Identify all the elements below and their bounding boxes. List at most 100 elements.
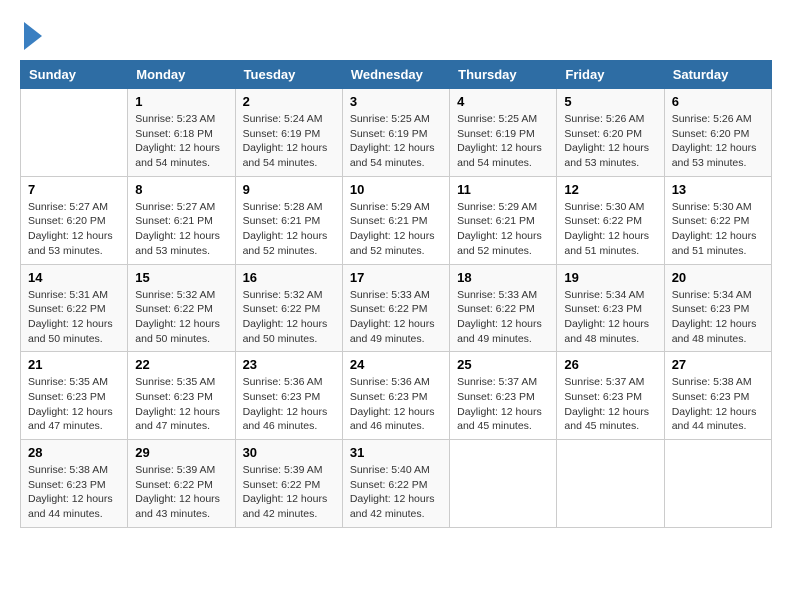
- sunrise-text: Sunrise: 5:37 AM: [564, 376, 644, 388]
- daylight-text: Daylight: 12 hours and 51 minutes.: [672, 230, 757, 257]
- daylight-text: Daylight: 12 hours and 53 minutes.: [135, 230, 220, 257]
- sunrise-text: Sunrise: 5:25 AM: [457, 113, 537, 125]
- sunrise-text: Sunrise: 5:31 AM: [28, 289, 108, 301]
- sunset-text: Sunset: 6:23 PM: [457, 391, 535, 403]
- daylight-text: Daylight: 12 hours and 44 minutes.: [28, 493, 113, 520]
- day-number: 24: [350, 357, 442, 372]
- col-header-saturday: Saturday: [664, 61, 771, 89]
- day-info: Sunrise: 5:37 AM Sunset: 6:23 PM Dayligh…: [457, 375, 549, 434]
- day-number: 28: [28, 445, 120, 460]
- day-info: Sunrise: 5:32 AM Sunset: 6:22 PM Dayligh…: [135, 288, 227, 347]
- sunrise-text: Sunrise: 5:27 AM: [28, 201, 108, 213]
- sunset-text: Sunset: 6:22 PM: [243, 303, 321, 315]
- day-info: Sunrise: 5:33 AM Sunset: 6:22 PM Dayligh…: [457, 288, 549, 347]
- day-number: 5: [564, 94, 656, 109]
- sunset-text: Sunset: 6:19 PM: [457, 128, 535, 140]
- calendar-cell: 14 Sunrise: 5:31 AM Sunset: 6:22 PM Dayl…: [21, 264, 128, 352]
- day-info: Sunrise: 5:23 AM Sunset: 6:18 PM Dayligh…: [135, 112, 227, 171]
- calendar-header-row: SundayMondayTuesdayWednesdayThursdayFrid…: [21, 61, 772, 89]
- day-info: Sunrise: 5:26 AM Sunset: 6:20 PM Dayligh…: [672, 112, 764, 171]
- daylight-text: Daylight: 12 hours and 42 minutes.: [350, 493, 435, 520]
- sunset-text: Sunset: 6:20 PM: [564, 128, 642, 140]
- calendar-cell: 27 Sunrise: 5:38 AM Sunset: 6:23 PM Dayl…: [664, 352, 771, 440]
- sunset-text: Sunset: 6:22 PM: [564, 215, 642, 227]
- day-info: Sunrise: 5:27 AM Sunset: 6:21 PM Dayligh…: [135, 200, 227, 259]
- calendar-cell: 24 Sunrise: 5:36 AM Sunset: 6:23 PM Dayl…: [342, 352, 449, 440]
- sunrise-text: Sunrise: 5:32 AM: [243, 289, 323, 301]
- sunrise-text: Sunrise: 5:25 AM: [350, 113, 430, 125]
- sunrise-text: Sunrise: 5:37 AM: [457, 376, 537, 388]
- sunset-text: Sunset: 6:23 PM: [672, 303, 750, 315]
- daylight-text: Daylight: 12 hours and 53 minutes.: [672, 142, 757, 169]
- calendar-cell: 22 Sunrise: 5:35 AM Sunset: 6:23 PM Dayl…: [128, 352, 235, 440]
- week-row-4: 21 Sunrise: 5:35 AM Sunset: 6:23 PM Dayl…: [21, 352, 772, 440]
- calendar-cell: [450, 440, 557, 528]
- daylight-text: Daylight: 12 hours and 50 minutes.: [135, 318, 220, 345]
- daylight-text: Daylight: 12 hours and 54 minutes.: [135, 142, 220, 169]
- day-number: 15: [135, 270, 227, 285]
- col-header-sunday: Sunday: [21, 61, 128, 89]
- calendar-cell: 29 Sunrise: 5:39 AM Sunset: 6:22 PM Dayl…: [128, 440, 235, 528]
- daylight-text: Daylight: 12 hours and 54 minutes.: [243, 142, 328, 169]
- day-number: 17: [350, 270, 442, 285]
- sunrise-text: Sunrise: 5:26 AM: [564, 113, 644, 125]
- day-number: 8: [135, 182, 227, 197]
- sunrise-text: Sunrise: 5:30 AM: [672, 201, 752, 213]
- sunset-text: Sunset: 6:22 PM: [135, 479, 213, 491]
- day-info: Sunrise: 5:38 AM Sunset: 6:23 PM Dayligh…: [672, 375, 764, 434]
- calendar-cell: 8 Sunrise: 5:27 AM Sunset: 6:21 PM Dayli…: [128, 176, 235, 264]
- sunrise-text: Sunrise: 5:32 AM: [135, 289, 215, 301]
- day-number: 26: [564, 357, 656, 372]
- daylight-text: Daylight: 12 hours and 45 minutes.: [564, 406, 649, 433]
- day-info: Sunrise: 5:25 AM Sunset: 6:19 PM Dayligh…: [350, 112, 442, 171]
- daylight-text: Daylight: 12 hours and 50 minutes.: [28, 318, 113, 345]
- day-number: 3: [350, 94, 442, 109]
- sunset-text: Sunset: 6:22 PM: [672, 215, 750, 227]
- daylight-text: Daylight: 12 hours and 45 minutes.: [457, 406, 542, 433]
- sunrise-text: Sunrise: 5:40 AM: [350, 464, 430, 476]
- sunset-text: Sunset: 6:18 PM: [135, 128, 213, 140]
- sunset-text: Sunset: 6:23 PM: [28, 479, 106, 491]
- sunrise-text: Sunrise: 5:35 AM: [28, 376, 108, 388]
- daylight-text: Daylight: 12 hours and 48 minutes.: [564, 318, 649, 345]
- day-info: Sunrise: 5:27 AM Sunset: 6:20 PM Dayligh…: [28, 200, 120, 259]
- sunrise-text: Sunrise: 5:26 AM: [672, 113, 752, 125]
- calendar-cell: 20 Sunrise: 5:34 AM Sunset: 6:23 PM Dayl…: [664, 264, 771, 352]
- sunrise-text: Sunrise: 5:34 AM: [672, 289, 752, 301]
- sunrise-text: Sunrise: 5:24 AM: [243, 113, 323, 125]
- calendar-cell: 11 Sunrise: 5:29 AM Sunset: 6:21 PM Dayl…: [450, 176, 557, 264]
- calendar-cell: 9 Sunrise: 5:28 AM Sunset: 6:21 PM Dayli…: [235, 176, 342, 264]
- calendar-cell: 13 Sunrise: 5:30 AM Sunset: 6:22 PM Dayl…: [664, 176, 771, 264]
- daylight-text: Daylight: 12 hours and 49 minutes.: [457, 318, 542, 345]
- calendar-cell: 19 Sunrise: 5:34 AM Sunset: 6:23 PM Dayl…: [557, 264, 664, 352]
- sunset-text: Sunset: 6:21 PM: [350, 215, 428, 227]
- calendar-cell: 18 Sunrise: 5:33 AM Sunset: 6:22 PM Dayl…: [450, 264, 557, 352]
- sunset-text: Sunset: 6:23 PM: [243, 391, 321, 403]
- sunset-text: Sunset: 6:20 PM: [672, 128, 750, 140]
- week-row-1: 1 Sunrise: 5:23 AM Sunset: 6:18 PM Dayli…: [21, 89, 772, 177]
- day-number: 31: [350, 445, 442, 460]
- daylight-text: Daylight: 12 hours and 46 minutes.: [350, 406, 435, 433]
- calendar-cell: 21 Sunrise: 5:35 AM Sunset: 6:23 PM Dayl…: [21, 352, 128, 440]
- calendar-table: SundayMondayTuesdayWednesdayThursdayFrid…: [20, 60, 772, 528]
- day-info: Sunrise: 5:35 AM Sunset: 6:23 PM Dayligh…: [135, 375, 227, 434]
- day-info: Sunrise: 5:26 AM Sunset: 6:20 PM Dayligh…: [564, 112, 656, 171]
- sunset-text: Sunset: 6:22 PM: [350, 303, 428, 315]
- day-info: Sunrise: 5:38 AM Sunset: 6:23 PM Dayligh…: [28, 463, 120, 522]
- col-header-thursday: Thursday: [450, 61, 557, 89]
- calendar-cell: 15 Sunrise: 5:32 AM Sunset: 6:22 PM Dayl…: [128, 264, 235, 352]
- sunrise-text: Sunrise: 5:23 AM: [135, 113, 215, 125]
- calendar-cell: 25 Sunrise: 5:37 AM Sunset: 6:23 PM Dayl…: [450, 352, 557, 440]
- daylight-text: Daylight: 12 hours and 50 minutes.: [243, 318, 328, 345]
- calendar-cell: [664, 440, 771, 528]
- day-number: 19: [564, 270, 656, 285]
- day-info: Sunrise: 5:33 AM Sunset: 6:22 PM Dayligh…: [350, 288, 442, 347]
- calendar-cell: 17 Sunrise: 5:33 AM Sunset: 6:22 PM Dayl…: [342, 264, 449, 352]
- page-header: [20, 20, 772, 50]
- calendar-cell: 16 Sunrise: 5:32 AM Sunset: 6:22 PM Dayl…: [235, 264, 342, 352]
- calendar-cell: 4 Sunrise: 5:25 AM Sunset: 6:19 PM Dayli…: [450, 89, 557, 177]
- sunrise-text: Sunrise: 5:33 AM: [457, 289, 537, 301]
- sunrise-text: Sunrise: 5:38 AM: [672, 376, 752, 388]
- calendar-cell: 26 Sunrise: 5:37 AM Sunset: 6:23 PM Dayl…: [557, 352, 664, 440]
- sunrise-text: Sunrise: 5:30 AM: [564, 201, 644, 213]
